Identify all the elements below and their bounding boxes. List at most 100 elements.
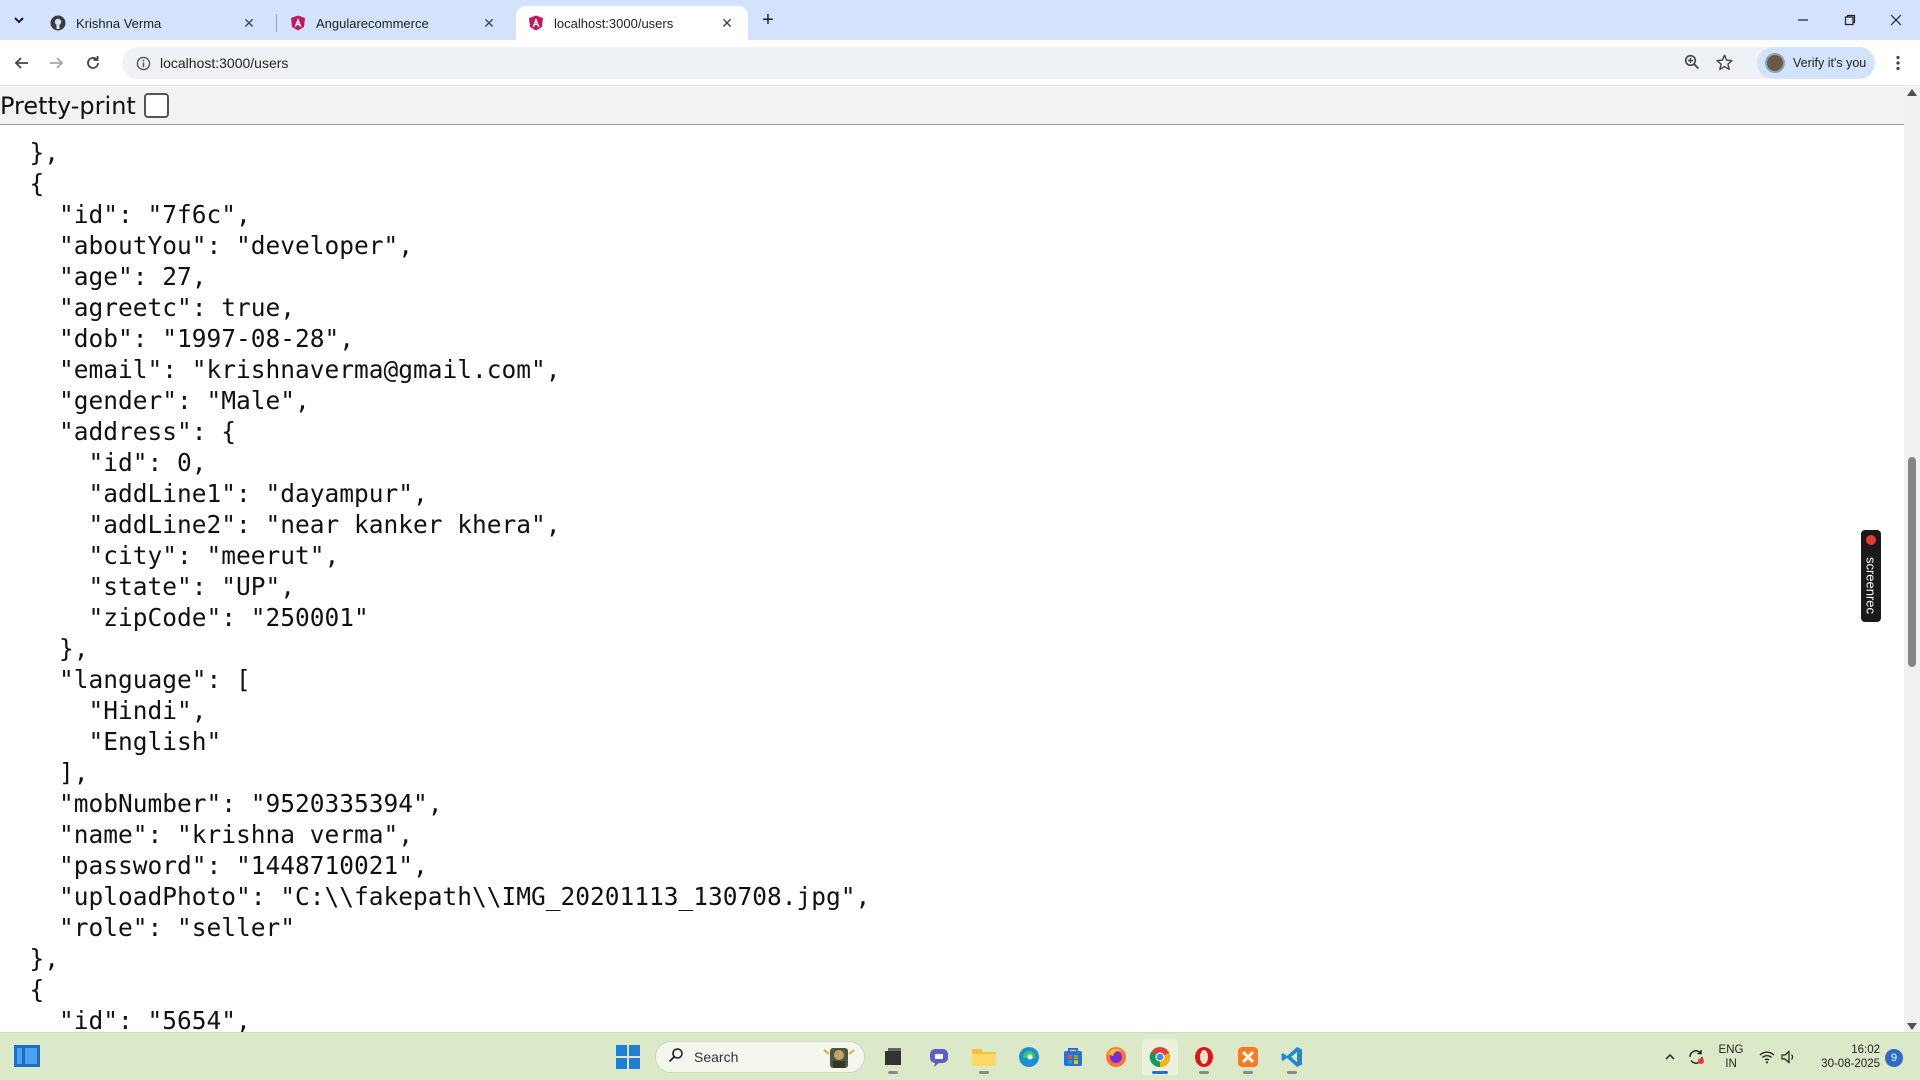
tab-search-button[interactable] bbox=[6, 7, 32, 33]
browser-menu-button[interactable] bbox=[1886, 49, 1910, 77]
address-bar[interactable]: localhost:3000/users bbox=[122, 47, 1782, 79]
clock-date: 30-08-2025 bbox=[1821, 1058, 1880, 1070]
close-icon[interactable]: ✕ bbox=[240, 14, 258, 32]
tray-sync-button[interactable] bbox=[1684, 1033, 1708, 1080]
url-text: localhost:3000/users bbox=[160, 55, 289, 71]
close-icon[interactable]: ✕ bbox=[718, 14, 736, 32]
system-clock[interactable]: 16:02 30-08-2025 bbox=[1810, 1043, 1880, 1071]
taskbar-search[interactable]: Search bbox=[655, 1041, 865, 1073]
scrollbar-thumb[interactable] bbox=[1908, 457, 1916, 667]
page-viewport: Pretty-print }, { "id": "7f6c", "aboutYo… bbox=[0, 87, 1904, 1032]
taskbar-file-explorer[interactable] bbox=[875, 1039, 911, 1075]
taskbar-firefox[interactable] bbox=[1098, 1039, 1134, 1075]
json-line: "email": "krishnaverma@gmail.com", bbox=[0, 355, 561, 384]
bookmark-button[interactable] bbox=[1709, 47, 1739, 77]
show-hidden-icons-button[interactable] bbox=[1660, 1033, 1680, 1080]
taskbar-store[interactable] bbox=[1055, 1039, 1091, 1075]
start-button[interactable] bbox=[616, 1045, 640, 1069]
reload-icon bbox=[87, 56, 99, 69]
chevron-down-icon bbox=[14, 17, 24, 24]
minimize-icon bbox=[1798, 19, 1808, 21]
running-indicator bbox=[1199, 1071, 1209, 1074]
arrow-right-icon bbox=[50, 57, 64, 69]
folder-icon bbox=[972, 1049, 996, 1066]
pretty-print-checkbox[interactable] bbox=[143, 93, 169, 118]
taskbar-chrome[interactable] bbox=[1142, 1039, 1178, 1075]
json-line: }, bbox=[0, 138, 60, 167]
json-line: "city": "meerut", bbox=[0, 541, 340, 570]
json-line: "age": 27, bbox=[0, 262, 207, 291]
pretty-print-bar: Pretty-print bbox=[0, 87, 1904, 125]
restore-icon bbox=[1844, 14, 1856, 26]
tab-title: Angularecommerce bbox=[316, 15, 429, 31]
back-button[interactable] bbox=[8, 49, 36, 77]
taskbar: Search ENG IN 16:02 30-08-2025 9 bbox=[0, 1032, 1920, 1080]
search-icon bbox=[668, 1047, 684, 1068]
input-language-indicator[interactable]: ENG IN bbox=[1716, 1043, 1746, 1071]
xampp-icon bbox=[1238, 1047, 1258, 1067]
taskbar-xampp[interactable] bbox=[1230, 1039, 1266, 1075]
volume-icon bbox=[1781, 1050, 1794, 1064]
vertical-scrollbar[interactable] bbox=[1904, 87, 1920, 1032]
record-icon bbox=[1866, 535, 1876, 545]
close-icon[interactable]: ✕ bbox=[480, 14, 498, 32]
json-line: "English" bbox=[0, 727, 222, 756]
scroll-down-icon[interactable] bbox=[1907, 1023, 1917, 1030]
taskbar-vscode[interactable] bbox=[1274, 1039, 1310, 1075]
json-line: "id": "5654", bbox=[0, 1006, 251, 1032]
restore-button[interactable] bbox=[1827, 0, 1873, 40]
verify-profile-button[interactable]: Verify it's you bbox=[1757, 47, 1875, 79]
screenrec-badge[interactable]: screenrec bbox=[1861, 530, 1881, 622]
lang-code: ENG bbox=[1718, 1044, 1744, 1056]
tab-angularecommerce[interactable]: Angularecommerce ✕ bbox=[278, 6, 510, 40]
wifi-button[interactable] bbox=[1756, 1033, 1778, 1080]
json-line: { bbox=[0, 975, 45, 1004]
json-line: "uploadPhoto": "C:\\fakepath\\IMG_202011… bbox=[0, 882, 871, 911]
zoom-icon bbox=[1684, 54, 1700, 70]
search-highlight-icon bbox=[823, 1048, 855, 1068]
json-line: "state": "UP", bbox=[0, 572, 296, 601]
github-icon bbox=[50, 15, 66, 31]
zoom-button[interactable] bbox=[1677, 47, 1707, 77]
site-info-icon[interactable] bbox=[128, 47, 158, 79]
angular-icon bbox=[528, 15, 544, 31]
screenrec-label: screenrec bbox=[1863, 556, 1879, 615]
json-content: }, { "id": "7f6c", "aboutYou": "develope… bbox=[0, 137, 871, 1032]
tab-krishna-verma[interactable]: Krishna Verma ✕ bbox=[38, 6, 270, 40]
json-line: "role": "seller" bbox=[0, 913, 296, 942]
running-indicator bbox=[1287, 1071, 1297, 1074]
windows-logo-icon bbox=[616, 1045, 627, 1056]
reload-button[interactable] bbox=[79, 49, 107, 77]
search-label: Search bbox=[694, 1049, 739, 1065]
json-line: }, bbox=[0, 634, 89, 663]
tab-title: Krishna Verma bbox=[76, 15, 162, 31]
json-line: "addLine1": "dayampur", bbox=[0, 479, 428, 508]
close-window-button[interactable] bbox=[1873, 0, 1919, 40]
taskbar-edge[interactable] bbox=[1011, 1039, 1047, 1075]
forward-button[interactable] bbox=[42, 49, 70, 77]
taskbar-teams[interactable] bbox=[921, 1039, 957, 1075]
tab-localhost-users[interactable]: localhost:3000/users ✕ bbox=[516, 6, 748, 40]
tab-separator bbox=[276, 14, 277, 32]
json-line: "mobNumber": "9520335394", bbox=[0, 789, 443, 818]
avatar bbox=[1765, 53, 1785, 73]
chrome-icon bbox=[1149, 1047, 1170, 1068]
new-tab-button[interactable]: + bbox=[756, 8, 780, 32]
json-line: ], bbox=[0, 758, 89, 787]
volume-button[interactable] bbox=[1778, 1033, 1800, 1080]
json-line: "address": { bbox=[0, 417, 237, 446]
vscode-icon bbox=[1281, 1047, 1302, 1067]
browser-toolbar: localhost:3000/users Verify it's you bbox=[0, 40, 1920, 86]
scroll-up-icon[interactable] bbox=[1907, 89, 1917, 96]
widgets-icon-divider bbox=[22, 1048, 25, 1064]
star-icon bbox=[1715, 54, 1733, 70]
clock-time: 16:02 bbox=[1851, 1044, 1880, 1056]
taskbar-folder[interactable] bbox=[966, 1039, 1002, 1075]
arrow-left-icon bbox=[14, 57, 28, 69]
lang-region: IN bbox=[1725, 1058, 1737, 1070]
widgets-button[interactable] bbox=[14, 1045, 42, 1069]
minimize-button[interactable] bbox=[1780, 0, 1826, 40]
json-line: "dob": "1997-08-28", bbox=[0, 324, 355, 353]
notification-badge[interactable]: 9 bbox=[1885, 1049, 1903, 1067]
taskbar-opera[interactable] bbox=[1186, 1039, 1222, 1075]
